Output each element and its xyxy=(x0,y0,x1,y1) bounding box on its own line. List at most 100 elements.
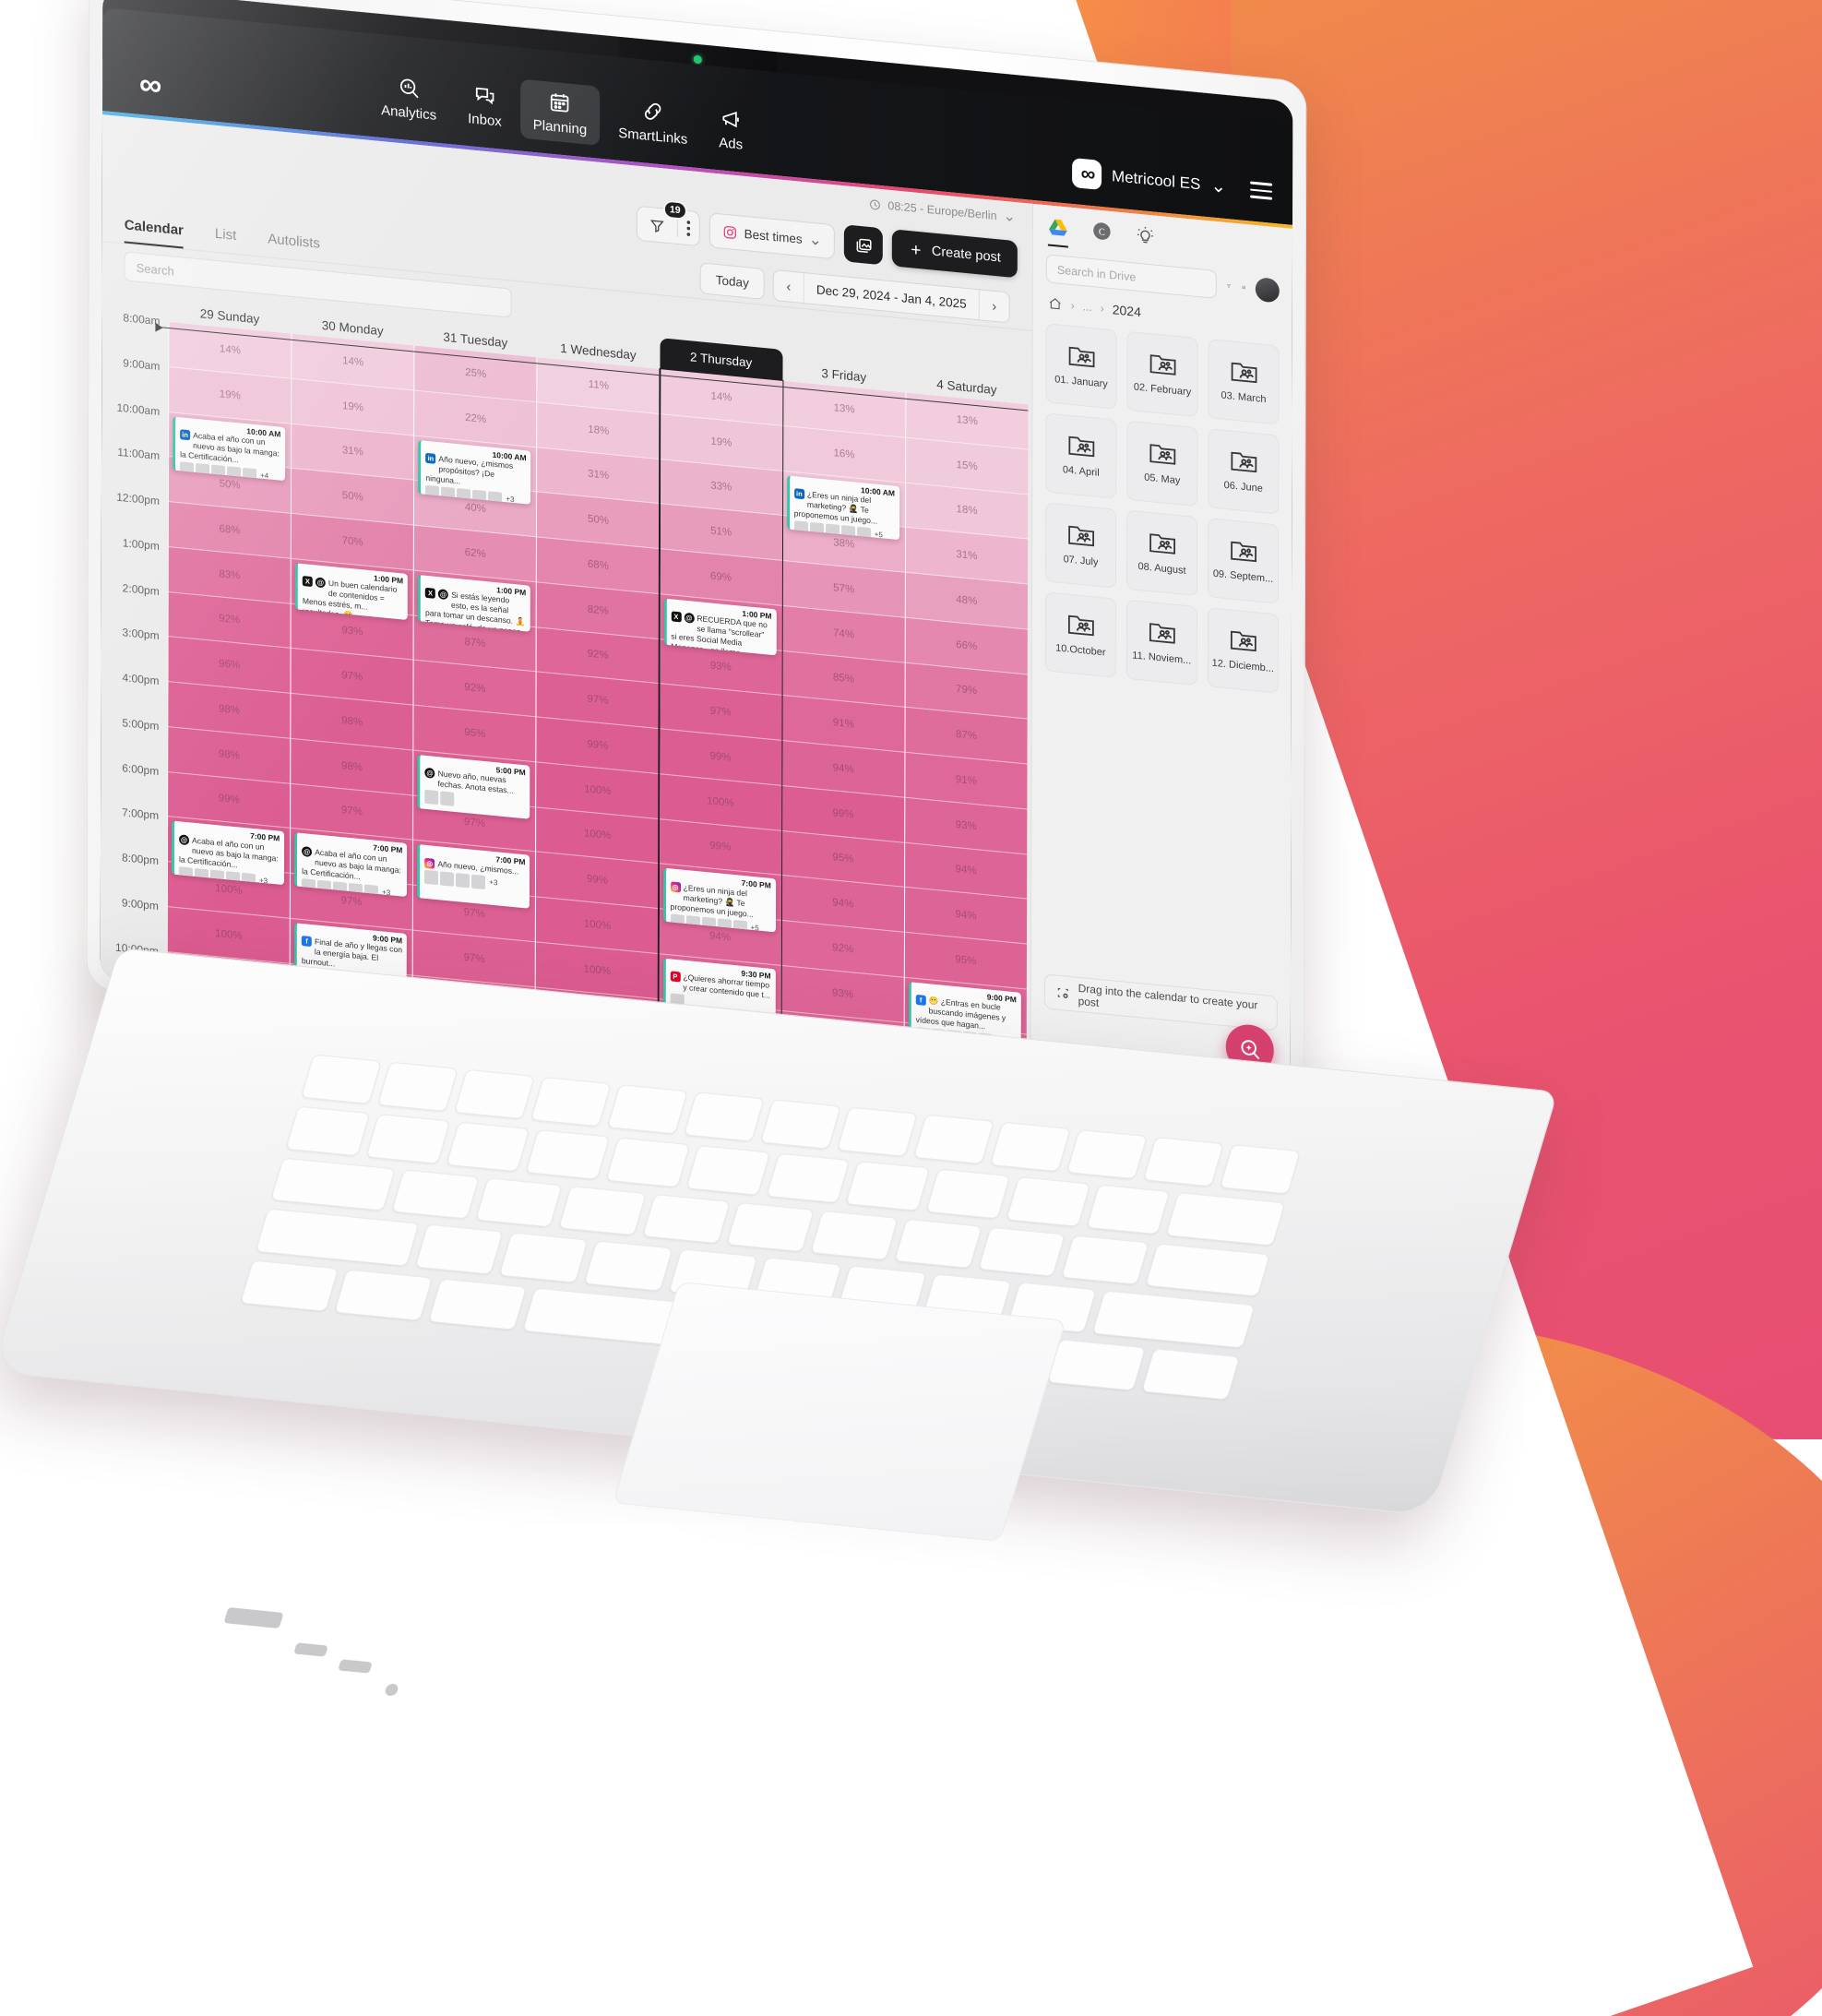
engagement-percent: 92% xyxy=(587,649,609,662)
post-more-count: +3 xyxy=(489,877,498,888)
post-network-icons: X @ xyxy=(671,611,695,624)
engagement-percent: 100% xyxy=(215,882,243,897)
usb-port xyxy=(293,1642,328,1657)
day-column-4[interactable]: 14%19%33%51%69%84%93%97%99%100%99%97%94%… xyxy=(657,368,784,1093)
engagement-percent: 51% xyxy=(710,525,732,539)
best-times-group[interactable]: Best times ⌄ xyxy=(709,212,835,260)
breadcrumb-ellipsis[interactable]: ... xyxy=(1083,300,1092,314)
megaphone-icon xyxy=(722,111,739,128)
camera-indicator xyxy=(693,54,702,65)
day-column-2[interactable]: 25%22%30%40%62%79%87%92%95%96%97%97%97%9… xyxy=(411,345,537,1078)
drive-folder[interactable]: 02. February xyxy=(1126,330,1198,418)
drive-tab-canva[interactable]: C xyxy=(1092,221,1112,252)
user-avatar[interactable] xyxy=(1255,276,1280,304)
engagement-percent: 94% xyxy=(955,909,977,923)
shared-folder-icon xyxy=(1231,362,1257,384)
day-column-1[interactable]: 14%19%31%50%70%85%93%97%98%98%97%97%97%9… xyxy=(289,333,414,1066)
today-button[interactable]: Today xyxy=(699,262,765,301)
planning-pane: 08:25 - Europe/Berlin ⌄ 19 Best times ⌄ … xyxy=(101,114,1032,1093)
day-column-5[interactable]: 13%16%18%38%57%74%85%91%94%99%95%94%92%9… xyxy=(780,380,906,1093)
time-axis-column: 8:00am 9:00am 10:00am 11:00am 12:00pm 1:00pm 2… xyxy=(101,311,169,1042)
shared-folder-icon xyxy=(1149,533,1175,555)
drag-target-icon xyxy=(1057,987,1068,998)
nav-item-ads[interactable]: Ads xyxy=(706,97,756,161)
post-network-icons: f xyxy=(915,995,926,1007)
post-network-icons: X @ xyxy=(302,576,326,589)
post-thumbnail xyxy=(456,872,470,889)
drive-folder[interactable]: 09. Septem... xyxy=(1207,518,1280,604)
breadcrumb-separator: › xyxy=(1100,301,1104,316)
drive-folder[interactable]: 03. March xyxy=(1208,339,1280,425)
drive-folder[interactable]: 04. April xyxy=(1045,412,1117,499)
next-week-button[interactable]: › xyxy=(980,290,1009,322)
engagement-percent: 74% xyxy=(833,626,855,641)
x-network-icon: X xyxy=(671,611,682,623)
engagement-percent: 99% xyxy=(587,873,609,888)
metricool-logo-icon[interactable]: ∞ xyxy=(123,66,174,103)
nav-item-inbox[interactable]: Inbox xyxy=(455,73,515,137)
tab-autolists[interactable]: Autolists xyxy=(268,231,320,261)
nav-item-planning[interactable]: Planning xyxy=(519,78,601,146)
drive-folder[interactable]: 10.October xyxy=(1044,591,1116,678)
engagement-percent: 18% xyxy=(588,423,610,437)
nav-item-smartlinks[interactable]: SmartLinks xyxy=(605,87,700,155)
calendar-post-card[interactable]: 7:00 PM ◎ Año nuevo, ¿mismos... +3 xyxy=(417,844,530,910)
calendar-post-card[interactable]: 7:00 PM @ Acaba el año con un nuevo as baj… xyxy=(294,832,408,898)
day-column-3[interactable]: 11% 18% 31% 50% 68% 82% 92% 97% 99% 100% 100% 99% 10… xyxy=(534,357,661,1090)
drive-folder[interactable]: 05. May xyxy=(1126,420,1198,507)
home-icon[interactable] xyxy=(1048,295,1063,312)
drive-folder[interactable]: 08. August xyxy=(1125,509,1198,597)
calendar-post-card[interactable]: 10:00 AM in ¿Eres un ninja del marketing? … xyxy=(786,474,900,540)
li-network-icon: in xyxy=(425,452,436,464)
day-column-0[interactable]: 14%19%31%50%68%83%92%96%98%98%99%100%100… xyxy=(166,321,292,1054)
calendar-post-card[interactable]: 7:00 PM ◎ ¿Eres un ninja del marketing? 🥷 … xyxy=(662,867,776,933)
sort-az-icon[interactable] xyxy=(1241,280,1245,295)
laptop-screen-bezel: ∞ Analytics Inbox Planning SmartLinks Ad… xyxy=(100,0,1293,1093)
engagement-percent: 31% xyxy=(588,469,610,483)
drive-folder-name: 03. March xyxy=(1221,389,1267,406)
engagement-percent: 14% xyxy=(342,354,364,369)
time-label-4: 12:00pm xyxy=(116,490,160,508)
day-column-6[interactable]: 13% 15% 18% 31% 48% 66% 79% 87% 91% 93% 94% 94% 95% 9… xyxy=(903,392,1029,1093)
nav-item-analytics[interactable]: Analytics xyxy=(368,65,449,131)
engagement-percent: 25% xyxy=(465,366,487,380)
filter-icon[interactable] xyxy=(1227,278,1232,293)
time-label-0: 8:00am xyxy=(123,311,161,328)
calendar-post-card[interactable]: 10:00 AM in Acaba el año con un nuevo as b… xyxy=(173,415,286,481)
create-post-button[interactable]: Create post xyxy=(891,229,1018,279)
best-times-button[interactable]: Best times ⌄ xyxy=(710,212,834,259)
drive-folder[interactable]: 12. Diciemb... xyxy=(1207,607,1279,694)
drive-folder[interactable]: 01. January xyxy=(1045,323,1117,410)
workspace-selector[interactable]: ∞ Metricool ES ⌄ xyxy=(1071,157,1226,202)
tab-list[interactable]: List xyxy=(215,226,236,254)
link-icon xyxy=(645,102,661,120)
chevron-down-icon[interactable]: ⌄ xyxy=(1004,209,1016,225)
filter-button[interactable]: 19 xyxy=(637,199,687,245)
ai-search-icon xyxy=(1240,1039,1259,1059)
post-thumbnail xyxy=(440,791,455,806)
post-network-icons: f xyxy=(301,936,312,948)
calendar-post-card[interactable]: 7:00 PM @ Acaba el año con un nuevo as baj… xyxy=(171,820,285,886)
engagement-percent: 50% xyxy=(219,478,241,492)
engagement-percent: 96% xyxy=(219,658,241,672)
drive-folder[interactable]: 07. July xyxy=(1044,502,1117,589)
engagement-percent: 97% xyxy=(340,894,363,909)
drive-tab-ideas[interactable] xyxy=(1136,225,1155,256)
drive-tab-google-drive[interactable] xyxy=(1047,216,1068,248)
engagement-percent: 83% xyxy=(219,567,241,582)
hamburger-menu-icon[interactable] xyxy=(1250,181,1273,200)
engagement-percent: 97% xyxy=(341,670,363,684)
drive-folder[interactable]: 11. Noviem... xyxy=(1125,599,1197,686)
create-post-label: Create post xyxy=(931,244,1001,266)
drive-folder[interactable]: 06. June xyxy=(1208,428,1280,515)
nav-label: SmartLinks xyxy=(618,125,688,148)
media-library-button[interactable] xyxy=(843,224,883,266)
engagement-percent: 14% xyxy=(219,343,241,357)
engagement-percent: 87% xyxy=(464,637,486,650)
calendar-post-card[interactable]: 5:00 PM @ Nuevo año, nuevas fechas. Anota … xyxy=(417,754,530,819)
th-network-icon: @ xyxy=(315,577,326,589)
engagement-percent: 19% xyxy=(219,388,241,402)
engagement-percent: 99% xyxy=(709,840,732,854)
calendar-post-card[interactable]: 10:00 AM in Año nuevo, ¿mismos propósitos?… xyxy=(418,439,531,505)
previous-week-button[interactable]: ‹ xyxy=(774,270,804,303)
